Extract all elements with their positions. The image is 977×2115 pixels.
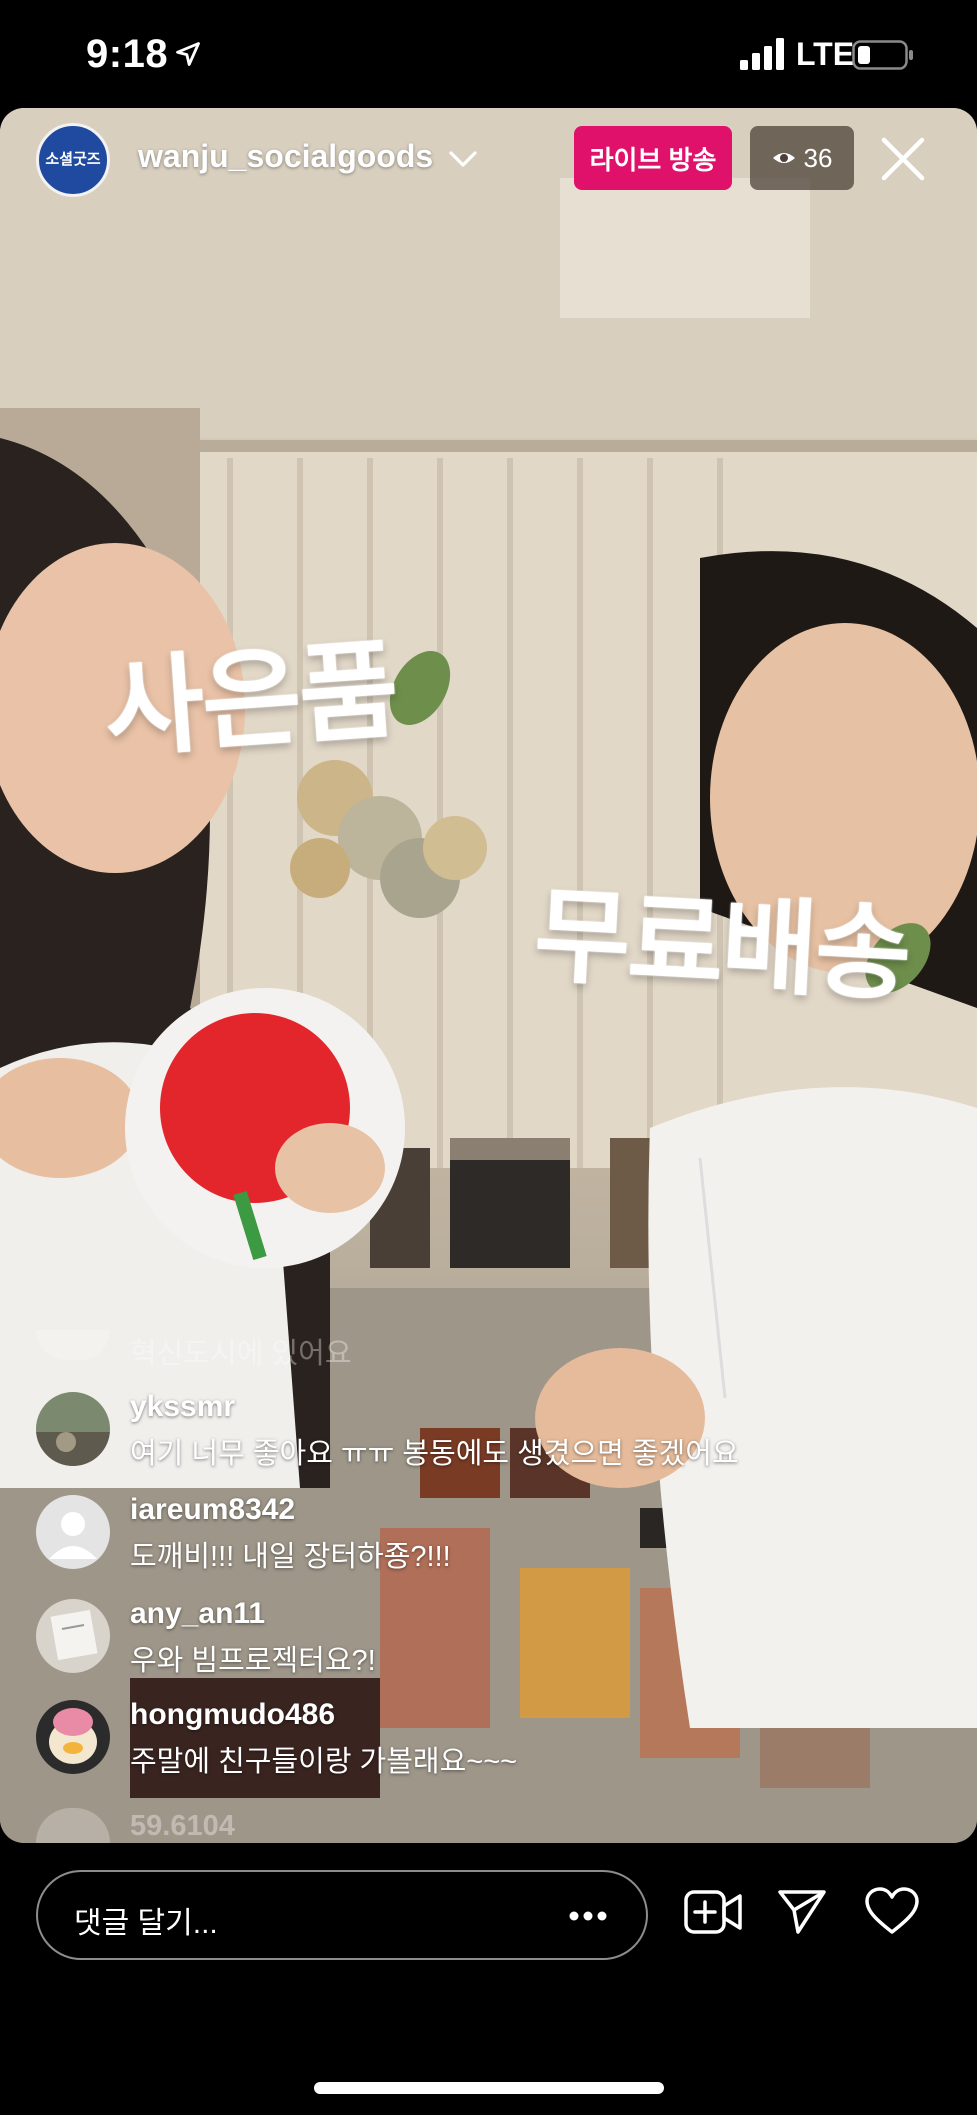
heart-icon[interactable] [864, 1886, 920, 1936]
commenter-avatar[interactable] [36, 1392, 110, 1466]
comment-item[interactable]: iareum8342 도깨비!!! 내일 장터하죵?!!! [36, 1491, 936, 1573]
faded-comment-text: 혁신도시에 있어요 [130, 1338, 352, 1370]
streamer-avatar[interactable]: 소셜굿즈 [36, 123, 110, 197]
comment-item[interactable]: hongmudo486 주말에 친구들이랑 가볼래요~~~ [36, 1696, 936, 1778]
status-bar: 9:18 LTE [0, 0, 977, 108]
comment-text: 여기 너무 좋아요 ㅠㅠ 봉동에도 생겼으면 좋겠어요 [130, 1438, 739, 1470]
network-type: LTE [796, 36, 855, 72]
comment-item[interactable]: ykssmr 여기 너무 좋아요 ㅠㅠ 봉동에도 생겼으면 좋겠어요 [36, 1388, 936, 1470]
status-time: 9:18 [86, 32, 169, 76]
streamer-username[interactable]: wanju_socialgoods [138, 138, 433, 175]
commenter-avatar[interactable] [36, 1599, 110, 1673]
comment-text: 도깨비!!! 내일 장터하죵?!!! [130, 1541, 451, 1573]
gift-sticker: 사은품 [100, 628, 401, 771]
send-icon[interactable] [776, 1886, 828, 1938]
comment-item[interactable]: any_an11 우와 빔프로젝터요?! [36, 1595, 936, 1677]
comment-input[interactable]: 댓글 달기... [36, 1870, 648, 1960]
comment-placeholder: 댓글 달기... [74, 1907, 218, 1940]
viewer-count: 36 [803, 142, 833, 173]
close-icon[interactable] [880, 136, 926, 182]
viewer-count-badge[interactable]: 36 [750, 126, 854, 190]
faded-comment-username: 59.6104 [130, 1810, 235, 1842]
comment-username[interactable]: ykssmr [130, 1390, 235, 1424]
comment-text: 주말에 친구들이랑 가볼래요~~~ [130, 1746, 518, 1778]
add-video-guest-icon[interactable] [684, 1888, 742, 1936]
free-shipping-sticker: 무료배송 [531, 878, 912, 1014]
home-indicator[interactable] [314, 2082, 664, 2094]
signal-strength-icon [740, 38, 784, 70]
comment-username[interactable]: any_an11 [130, 1597, 265, 1631]
live-badge: 라이브 방송 [574, 126, 732, 190]
live-video[interactable]: 소셜굿즈 wanju_socialgoods 라이브 방송 36 사은품 무료배… [0, 108, 977, 1843]
commenter-avatar[interactable] [36, 1700, 110, 1774]
default-avatar-icon[interactable] [36, 1495, 110, 1569]
chevron-down-icon[interactable] [448, 148, 478, 170]
location-arrow-icon [176, 42, 200, 66]
comment-username[interactable]: hongmudo486 [130, 1698, 335, 1732]
battery-icon [852, 40, 913, 70]
comment-username[interactable]: iareum8342 [130, 1493, 295, 1527]
comment-text: 우와 빔프로젝터요?! [130, 1645, 376, 1677]
streamer-logo-text: 소셜굿즈 [45, 151, 101, 168]
more-options-icon[interactable] [568, 1910, 608, 1922]
eye-icon [772, 153, 795, 163]
